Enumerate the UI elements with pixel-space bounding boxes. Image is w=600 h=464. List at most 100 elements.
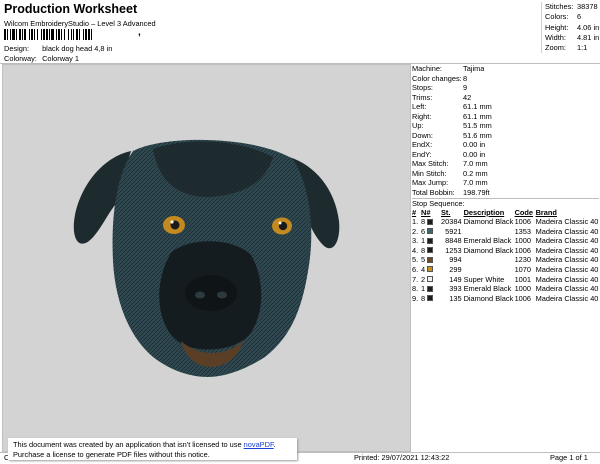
row-description [464, 255, 515, 265]
row-needle: 4 [421, 265, 441, 275]
novapdf-link[interactable]: novaPDF [244, 440, 274, 449]
table-row: 3. 1 8848 Emerald Black 1000 Madeira Classic… [412, 236, 599, 246]
row-needle: 1 [421, 236, 441, 246]
table-row: 2. 6 5921 1353 Madeira Classic 40 [412, 227, 599, 237]
color-swatch [427, 256, 434, 263]
table-row: 1. 8 20384 Diamond Black 1006 Madeira Classi… [412, 217, 599, 227]
design-label: Design: [4, 44, 30, 53]
row-needle: 8 [421, 294, 441, 304]
color-swatch [427, 247, 434, 254]
row-brand: Madeira Classic 40 [535, 236, 599, 246]
row-needle: 5 [421, 255, 441, 265]
table-row: 6. 4 299 1070 Madeira Classic 40 [412, 265, 599, 275]
color-swatch [427, 237, 434, 244]
machine-row: EndY: 0.00 in [412, 149, 486, 159]
row-brand: Madeira Classic 40 [535, 274, 599, 284]
color-swatch [427, 295, 434, 302]
table-row: 4. 8 1253 Diamond Black 1006 Madeira Classic… [412, 246, 599, 256]
colorway-row: Colorway: Colorway 1 [4, 54, 79, 63]
stat-zoom: Zoom: 1:1 [545, 43, 588, 53]
app-subtitle: Wilcom EmbroideryStudio – Level 3 Advanc… [4, 19, 156, 28]
barcode [4, 29, 92, 40]
design-stats: Stitches: 38378 Colors: 6 Height: 4.06 in W… [541, 2, 600, 54]
col-num: # [412, 208, 417, 217]
row-num: 2. [412, 226, 419, 236]
stat-stitches: Stitches: 38378 [545, 2, 598, 11]
col-code: Code [514, 208, 534, 217]
machine-info: Machine: Tajima Color changes:8 Stops: 9 T… [412, 64, 599, 197]
stat-colors: Colors: 6 [545, 12, 582, 22]
row-num: 1. [412, 217, 419, 226]
row-code: 1001 [514, 274, 532, 284]
row-description: Diamond Black [463, 217, 514, 226]
design-preview [2, 64, 411, 452]
machine-row: Trims: 42 [412, 92, 472, 102]
machine-row: Machine: Tajima [412, 64, 485, 73]
colorway-label: Colorway: [4, 54, 37, 63]
row-needle: 8 [421, 246, 441, 256]
machine-row: Max Jump: 7.0 mm [412, 178, 488, 187]
row-num: 3. [412, 236, 419, 246]
stop-sequence-heading: Stop Sequence: [412, 198, 599, 208]
row-stitches: 8848 [445, 236, 462, 246]
table-row: 5. 5 994 1230 Madeira Classic 40 [412, 255, 599, 265]
color-swatch [427, 285, 434, 292]
machine-row: Left: 61.1 mm [412, 102, 492, 111]
table-row: 7. 2 149 Super White 1001 Madeira Classic 40 [412, 275, 599, 285]
row-stitches: 393 [449, 284, 462, 294]
table-header-row: # N# St. Description Code Brand [412, 208, 599, 217]
printed-date: Printed: 29/07/2021 12:43:22 [354, 453, 450, 462]
row-num: 8. [412, 284, 419, 294]
row-brand: Madeira Classic 40 [535, 245, 599, 255]
row-code: 1006 [514, 293, 532, 303]
row-brand: Madeira Classic 40 [535, 264, 599, 274]
stat-width: Width: 4.81 in [545, 32, 600, 42]
table-row: 8. 1 393 Emerald Black 1000 Madeira Classic … [412, 284, 599, 294]
row-code: 1230 [514, 255, 532, 265]
row-stitches: 149 [449, 274, 462, 284]
col-brand: Brand [535, 208, 557, 217]
color-swatch [427, 276, 434, 283]
machine-row: Right: 61.1 mm [412, 111, 492, 121]
row-code: 1000 [514, 236, 532, 246]
colorway-value: Colorway 1 [42, 54, 80, 63]
row-stitches: 5921 [445, 226, 462, 236]
machine-row: Up: 51.5 mm [412, 121, 492, 130]
row-description: Emerald Black [463, 236, 512, 246]
row-brand: Madeira Classic 40 [535, 284, 599, 294]
row-needle: 6 [421, 227, 441, 237]
design-row: Design: black dog head 4,8 in [4, 44, 112, 53]
row-stitches: 1253 [445, 245, 462, 255]
row-description [464, 227, 515, 237]
row-stitches: 20384 [441, 217, 462, 226]
row-code: 1070 [514, 264, 532, 274]
row-brand: Madeira Classic 40 [535, 217, 599, 226]
row-brand: Madeira Classic 40 [535, 255, 599, 265]
color-swatch [427, 228, 434, 235]
machine-row: EndX: 0.00 in [412, 140, 486, 149]
row-needle: 1 [421, 284, 441, 294]
machine-row: Color changes:8 [412, 73, 468, 83]
row-description: Super White [463, 274, 505, 284]
row-needle: 8 [421, 217, 441, 227]
row-num: 9. [412, 293, 419, 303]
nose [185, 275, 237, 311]
machine-row: Min Stitch: 0.2 mm [412, 168, 488, 178]
row-code: 1006 [514, 245, 532, 255]
row-num: 6. [412, 264, 419, 274]
design-value: black dog head 4,8 in [42, 44, 113, 53]
row-code: 1006 [514, 217, 532, 226]
row-brand: Madeira Classic 40 [535, 226, 599, 236]
col-stitches: St. [441, 208, 451, 217]
stat-height: Height: 4.06 in [545, 22, 600, 32]
machine-row: Down: 51.6 mm [412, 130, 492, 140]
row-needle: 2 [421, 275, 441, 285]
dog-head-embroidery [73, 139, 340, 377]
page-title: Production Worksheet [4, 2, 138, 16]
row-num: 5. [412, 255, 419, 265]
row-description: Emerald Black [463, 284, 512, 294]
page-number: Page 1 of 1 [550, 453, 588, 462]
color-swatch [427, 218, 434, 225]
row-stitches: 994 [449, 255, 462, 265]
row-brand: Madeira Classic 40 [535, 293, 599, 303]
